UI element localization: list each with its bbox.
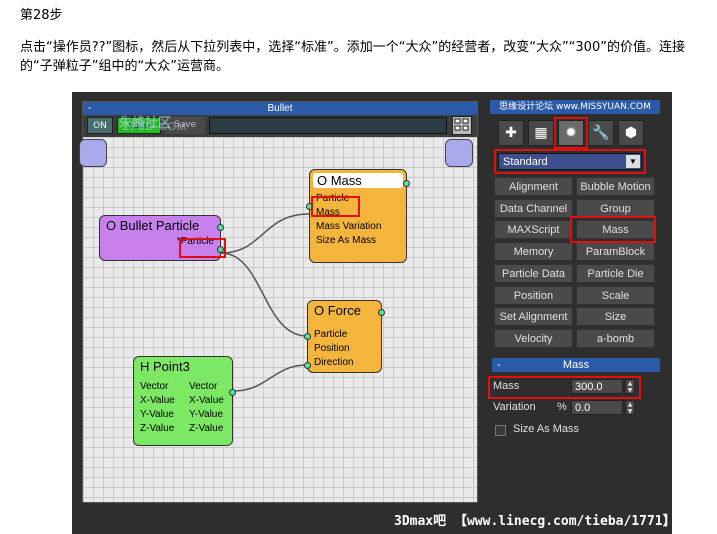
node-title: O Mass	[313, 173, 403, 188]
operator-button-group[interactable]: Group	[576, 198, 655, 218]
wire-bullet-to-mass	[220, 213, 310, 254]
size-as-mass-label: Size As Mass	[513, 423, 580, 435]
direction-input-port-icon[interactable]	[304, 362, 311, 369]
operator-button-a-bomb[interactable]: a-bomb	[576, 328, 655, 348]
size-as-mass-checkbox[interactable]	[495, 425, 506, 436]
operator-button-size[interactable]: Size	[576, 307, 655, 327]
point3-node[interactable]: H Point3 Vector X-Value Y-Value Z-Value …	[133, 356, 236, 446]
editor-title: Bullet	[267, 103, 293, 114]
panel-watermark-logo: 思缘设计论坛 www.MISSYUAN.COM	[490, 100, 660, 114]
node-input-position: Position	[314, 343, 350, 354]
node-output-x-value: X-Value	[189, 395, 224, 406]
highlight-mass-field	[488, 376, 641, 399]
operator-button-alignment[interactable]: Alignment	[494, 177, 573, 196]
cube-icon[interactable]: ⬢	[618, 120, 644, 146]
output-port-icon[interactable]	[378, 309, 385, 316]
output-port-icon[interactable]	[217, 224, 224, 231]
operator-button-scale[interactable]: Scale	[576, 285, 655, 305]
highlight-operators-icon	[554, 117, 588, 149]
minimize-icon[interactable]: -	[88, 102, 91, 115]
operator-button-paramblock[interactable]: ParamBlock	[576, 242, 655, 262]
wrench-icon[interactable]: 🔧	[588, 120, 614, 146]
operator-button-set-alignment[interactable]: Set Alignment	[494, 307, 573, 327]
node-title: O Force	[314, 303, 361, 318]
node-canvas[interactable]: O Bullet Particle *Particle O Mass Parti…	[79, 137, 477, 502]
node-list-icon[interactable]: ▦	[528, 120, 554, 146]
wire-point-to-force	[232, 364, 308, 392]
add-node-icon[interactable]: ✚	[498, 120, 524, 146]
instruction-text: 点击“操作员??”图标，然后从下拉列表中，选择“标准”。添加一个“大众”的经营者…	[20, 40, 685, 74]
watermark-url: ZF3D.COM	[123, 121, 188, 133]
node-input-vector: Vector	[140, 381, 169, 392]
variation-value-input[interactable]: 0.0	[571, 400, 623, 415]
operator-button-data-channel[interactable]: Data Channel	[494, 198, 573, 218]
on-button[interactable]: ON	[87, 117, 113, 134]
highlight-mass-particle-input	[311, 196, 360, 217]
node-output-z-value: Z-Value	[189, 423, 224, 434]
vector-output-port-icon[interactable]	[229, 389, 236, 396]
node-title: O Bullet Particle	[106, 218, 200, 233]
node-input-x-value: X-Value	[140, 395, 175, 406]
highlight-category-dropdown	[494, 149, 646, 174]
output-port-icon[interactable]	[403, 180, 410, 187]
grid-layout-icon[interactable]	[452, 116, 472, 135]
node-title: H Point3	[140, 359, 190, 374]
particle-input-port-icon[interactable]	[304, 333, 311, 340]
rollout-title: Mass	[562, 359, 590, 371]
node-input-direction: Direction	[314, 357, 354, 368]
screenshot-area: - Bullet ON Valid Save 朱峰社区 ZF3D.COM O B…	[72, 92, 672, 534]
operator-button-particle-data[interactable]: Particle Data	[494, 263, 573, 283]
node-input-z-value: Z-Value	[140, 423, 175, 434]
bullet-editor-window: - Bullet ON Valid Save 朱峰社区 ZF3D.COM O B…	[79, 101, 478, 503]
operator-button-velocity[interactable]: Velocity	[494, 328, 573, 348]
node-input-y-value: Y-Value	[140, 409, 174, 420]
mass-rollout-header[interactable]: - Mass	[492, 358, 660, 372]
variation-label: Variation	[493, 401, 536, 413]
toolbar-field[interactable]	[209, 117, 447, 134]
node-input-size-as-mass: Size As Mass	[316, 235, 377, 246]
operator-button-memory[interactable]: Memory	[494, 242, 573, 262]
node-output-y-value: Y-Value	[189, 409, 223, 420]
highlight-particle-port	[179, 238, 226, 258]
wire-bullet-to-force	[220, 252, 308, 337]
variation-spinner[interactable]: ▲ ▼	[625, 400, 635, 415]
footer-watermark: 3Dmax吧 【www.linecg.com/tieba/1771】	[394, 514, 672, 529]
operator-button-particle-die[interactable]: Particle Die	[576, 263, 655, 283]
operator-button-bubble-motion[interactable]: Bubble Motion	[576, 177, 655, 196]
force-node[interactable]: O Force Particle Position Direction	[304, 300, 385, 373]
operator-button-maxscript[interactable]: MAXScript	[494, 220, 573, 240]
node-input-particle: Particle	[314, 329, 348, 340]
editor-title-bar: - Bullet	[83, 102, 477, 115]
variation-unit-label: %	[557, 401, 567, 413]
node-input-mass-variation: Mass Variation	[316, 221, 382, 232]
node-output-vector: Vector	[189, 381, 218, 392]
collapse-icon[interactable]: -	[497, 358, 501, 372]
connection-wires	[220, 213, 310, 392]
step-title: 第28步	[20, 8, 63, 23]
operator-button-position[interactable]: Position	[494, 285, 573, 305]
highlight-mass-button	[570, 216, 656, 243]
